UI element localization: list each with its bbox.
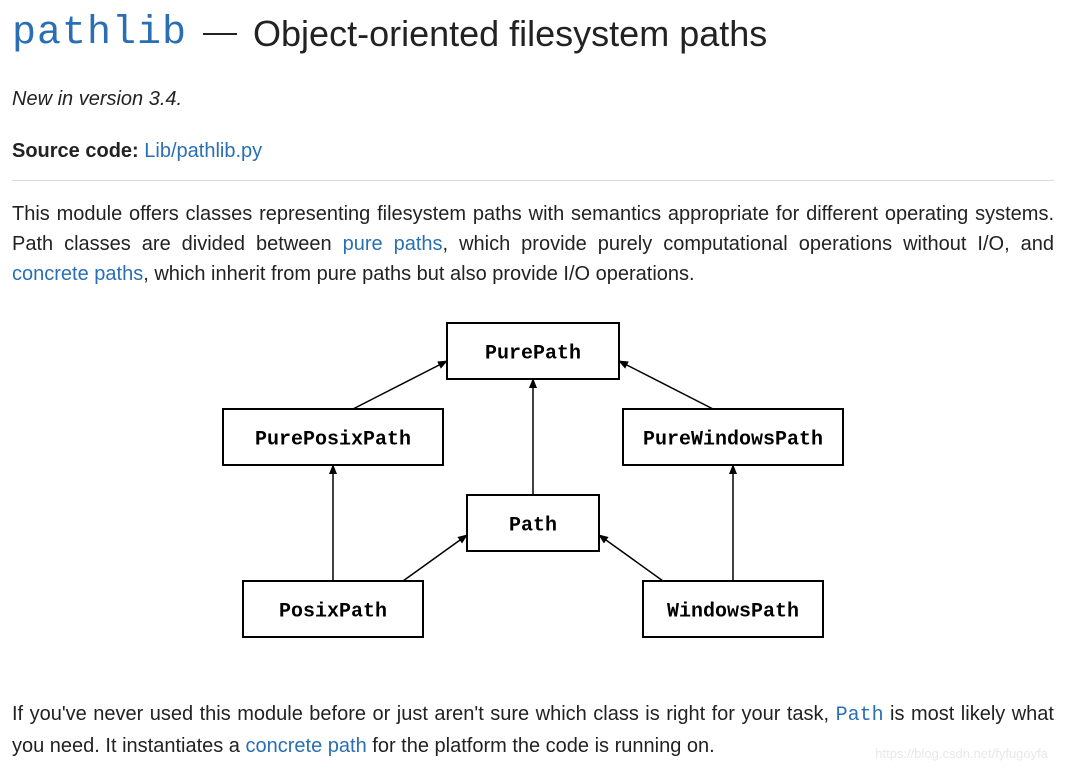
pure-paths-link[interactable]: pure paths [343, 233, 443, 255]
arrow-posix-to-path [403, 535, 467, 581]
page-title: pathlib Object-oriented filesystem paths [12, 10, 1054, 58]
separator [12, 180, 1054, 181]
closing-text-1: If you've never used this module before … [12, 703, 836, 725]
version-note: New in version 3.4. [12, 84, 1054, 114]
inheritance-diagram: PurePath PurePosixPath PureWindowsPath P… [12, 313, 1054, 663]
node-posixpath-label: PosixPath [279, 600, 387, 623]
arrow-purewindows-to-purepath [619, 361, 713, 409]
title-module-code: pathlib [12, 10, 187, 58]
concrete-paths-link[interactable]: concrete paths [12, 263, 143, 285]
concrete-path-link[interactable]: concrete path [246, 735, 367, 757]
node-windowspath-label: WindowsPath [667, 600, 799, 623]
source-code-line: Source code: Lib/pathlib.py [12, 136, 1054, 166]
node-purepath-label: PurePath [485, 342, 581, 365]
source-link[interactable]: Lib/pathlib.py [144, 140, 262, 162]
arrow-windows-to-path [599, 535, 663, 581]
title-dash-icon [203, 33, 237, 35]
closing-path-code: Path [836, 704, 884, 727]
intro-text-3: , which inherit from pure paths but also… [143, 263, 694, 285]
closing-paragraph: If you've never used this module before … [12, 699, 1054, 761]
title-description: Object-oriented filesystem paths [253, 12, 767, 55]
intro-text-2: , which provide purely computational ope… [443, 233, 1054, 255]
arrow-pureposix-to-purepath [353, 361, 447, 409]
source-label: Source code: [12, 140, 139, 162]
closing-text-3: for the platform the code is running on. [367, 735, 715, 757]
node-path-label: Path [509, 514, 557, 537]
node-purewindowspath-label: PureWindowsPath [643, 428, 823, 451]
intro-paragraph: This module offers classes representing … [12, 199, 1054, 289]
node-pureposixpath-label: PurePosixPath [255, 428, 411, 451]
